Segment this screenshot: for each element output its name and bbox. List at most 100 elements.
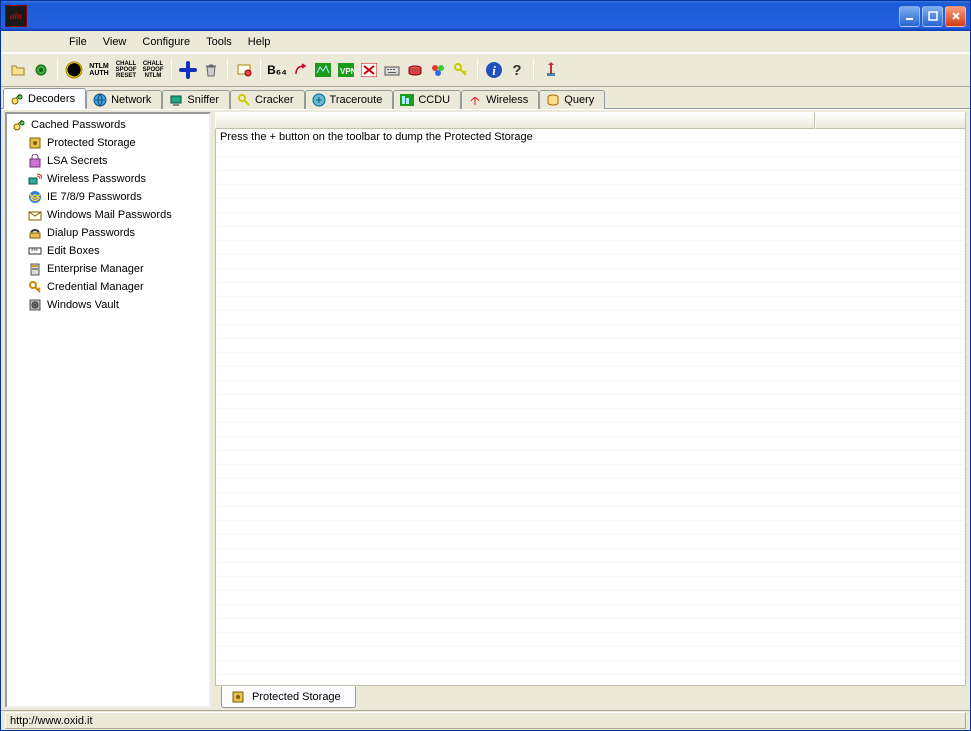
open-folder-button[interactable] (7, 59, 29, 81)
tab-label: Decoders (28, 93, 75, 105)
nuclear-small-button[interactable] (30, 59, 52, 81)
trash-button[interactable] (200, 59, 222, 81)
certificate-button[interactable] (233, 59, 255, 81)
safe-icon (230, 689, 246, 705)
sniffer-icon (169, 93, 183, 107)
mail-icon (27, 207, 43, 223)
maximize-button[interactable] (922, 6, 943, 27)
tree-item-lsa-secrets[interactable]: LSA Secrets (9, 152, 207, 170)
green-box-1-button[interactable] (312, 59, 334, 81)
bottom-tab-label: Protected Storage (252, 691, 341, 703)
tree-label: LSA Secrets (47, 155, 108, 167)
tree-label: Credential Manager (47, 281, 144, 293)
ie-icon (27, 189, 43, 205)
tab-ccdu[interactable]: CCDU (393, 90, 461, 109)
chall-spoof-ntlm-button[interactable]: CHALL SPOOF NTLM (140, 59, 166, 81)
column-header-2[interactable] (815, 112, 966, 129)
tree-label: Edit Boxes (47, 245, 100, 257)
separator (533, 59, 534, 81)
listview-body[interactable]: Press the + button on the toolbar to dum… (215, 129, 966, 686)
empty-message: Press the + button on the toolbar to dum… (216, 129, 965, 145)
titlebar: ain (1, 1, 970, 31)
listview-header (215, 112, 966, 129)
bottom-tabs: Protected Storage (215, 686, 966, 708)
menu-view[interactable]: View (95, 34, 135, 50)
menu-file[interactable]: File (61, 34, 95, 50)
tab-label: Cracker (255, 94, 294, 106)
tab-label: CCDU (418, 94, 450, 106)
tree-item-protected-storage[interactable]: Protected Storage (9, 134, 207, 152)
help-button[interactable]: ? (506, 59, 528, 81)
app-logo-icon: ain (5, 5, 27, 27)
tree-item-wireless-passwords[interactable]: Wireless Passwords (9, 170, 207, 188)
add-button[interactable] (177, 59, 199, 81)
tree-item-enterprise-manager[interactable]: Enterprise Manager (9, 260, 207, 278)
wireless-icon (468, 93, 482, 107)
tree-root-cached-passwords[interactable]: Cached Passwords (9, 116, 207, 134)
tab-cracker[interactable]: Cracker (230, 90, 305, 109)
tree-item-ie-passwords[interactable]: IE 7/8/9 Passwords (9, 188, 207, 206)
tree-item-credential-manager[interactable]: Credential Manager (9, 278, 207, 296)
colorful-button[interactable] (427, 59, 449, 81)
nuclear-button[interactable] (63, 59, 85, 81)
query-icon (546, 93, 560, 107)
tabs-bar: Decoders Network Sniffer Cracker Tracero… (1, 87, 970, 109)
content-panel: Press the + button on the toolbar to dum… (215, 112, 966, 708)
ntlm-auth-button[interactable]: NTLM AUTH (86, 59, 112, 81)
tab-sniffer[interactable]: Sniffer (162, 90, 230, 109)
tree-label: Windows Mail Passwords (47, 209, 172, 221)
separator (57, 59, 58, 81)
separator (477, 59, 478, 81)
key-button[interactable] (450, 59, 472, 81)
svg-text:i: i (492, 63, 496, 78)
chall-spoof-reset-button[interactable]: CHALL SPOOF RESET (113, 59, 139, 81)
lsa-icon (27, 153, 43, 169)
decoders-icon (10, 92, 24, 106)
editbox-icon: *** (27, 243, 43, 259)
info-button[interactable]: i (483, 59, 505, 81)
minimize-button[interactable] (899, 6, 920, 27)
tab-query[interactable]: Query (539, 90, 605, 109)
tree-item-windows-vault[interactable]: Windows Vault (9, 296, 207, 314)
tree-label: Wireless Passwords (47, 173, 146, 185)
red-cross-box-button[interactable] (358, 59, 380, 81)
tree-item-windows-mail[interactable]: Windows Mail Passwords (9, 206, 207, 224)
tree-item-dialup[interactable]: Dialup Passwords (9, 224, 207, 242)
network-icon (93, 93, 107, 107)
tree-item-edit-boxes[interactable]: *** Edit Boxes (9, 242, 207, 260)
tab-wireless[interactable]: Wireless (461, 90, 539, 109)
wifi-icon (27, 171, 43, 187)
separator (227, 59, 228, 81)
tab-label: Wireless (486, 94, 528, 106)
tree-label: IE 7/8/9 Passwords (47, 191, 142, 203)
main-area: Cached Passwords Protected Storage LSA S… (1, 109, 970, 710)
column-header-1[interactable] (215, 112, 815, 129)
traceroute-icon (312, 93, 326, 107)
tab-decoders[interactable]: Decoders (3, 88, 86, 109)
exit-button[interactable] (539, 59, 561, 81)
curved-arrow-button[interactable] (289, 59, 311, 81)
tree-label: Enterprise Manager (47, 263, 144, 275)
keyboard-button[interactable] (381, 59, 403, 81)
phone-icon (27, 225, 43, 241)
sidebar-tree[interactable]: Cached Passwords Protected Storage LSA S… (5, 112, 211, 708)
app-window: ain File View Configure Tools Help (0, 0, 971, 731)
menu-help[interactable]: Help (240, 34, 279, 50)
tab-traceroute[interactable]: Traceroute (305, 90, 394, 109)
svg-text:***: *** (31, 249, 39, 255)
disk-button[interactable] (404, 59, 426, 81)
statusbar: http://www.oxid.it (1, 710, 970, 730)
tab-label: Query (564, 94, 594, 106)
menu-tools[interactable]: Tools (198, 34, 240, 50)
bottom-tab-protected-storage[interactable]: Protected Storage (221, 686, 356, 708)
tree-label: Protected Storage (47, 137, 136, 149)
credential-icon (27, 279, 43, 295)
menu-configure[interactable]: Configure (134, 34, 198, 50)
base64-button[interactable]: B₆₄ (266, 59, 288, 81)
tab-label: Sniffer (187, 94, 219, 106)
tab-network[interactable]: Network (86, 90, 162, 109)
tab-label: Traceroute (330, 94, 383, 106)
safe-icon (27, 135, 43, 151)
green-box-2-button[interactable]: VPN (335, 59, 357, 81)
close-button[interactable] (945, 6, 966, 27)
